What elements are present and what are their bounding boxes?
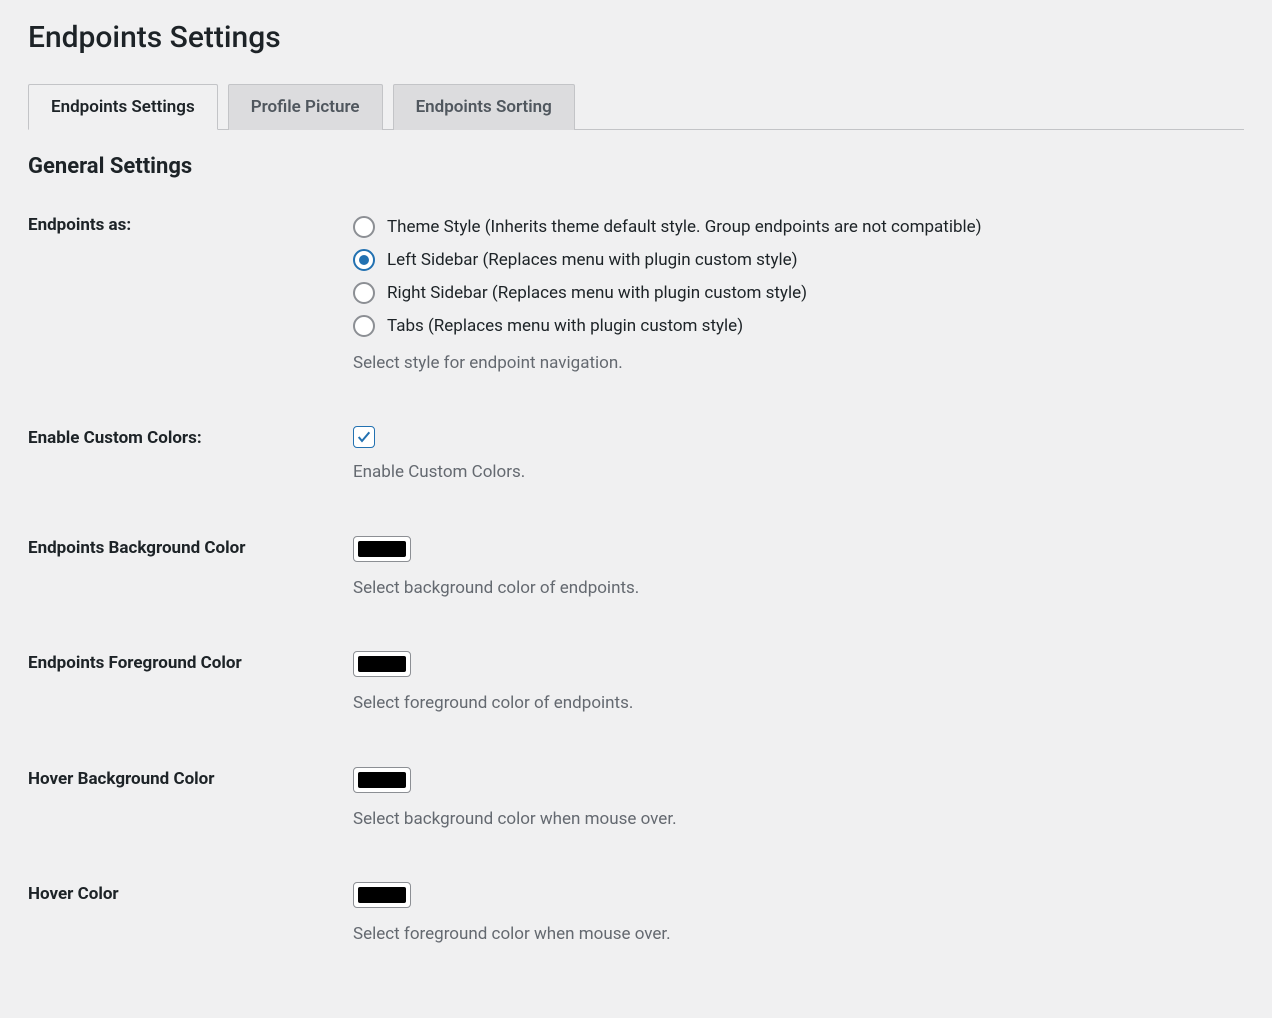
radio-item-left-sidebar: Left Sidebar (Replaces menu with plugin … bbox=[353, 246, 1244, 275]
color-picker-hover-bg[interactable] bbox=[353, 767, 411, 793]
checkbox-enable-custom-colors[interactable] bbox=[353, 426, 375, 448]
label-fg-color: Endpoints Foreground Color bbox=[28, 651, 353, 673]
help-fg-color: Select foreground color of endpoints. bbox=[353, 691, 1244, 717]
section-title: General Settings bbox=[28, 154, 1244, 179]
control-hover-bg-color: Select background color when mouse over. bbox=[353, 767, 1244, 833]
radio-label: Tabs (Replaces menu with plugin custom s… bbox=[387, 312, 743, 341]
help-hover-bg-color: Select background color when mouse over. bbox=[353, 807, 1244, 833]
label-endpoints-as: Endpoints as: bbox=[28, 213, 353, 235]
control-enable-custom-colors: Enable Custom Colors. bbox=[353, 426, 1244, 486]
color-picker-fg[interactable] bbox=[353, 651, 411, 677]
control-bg-color: Select background color of endpoints. bbox=[353, 536, 1244, 602]
control-fg-color: Select foreground color of endpoints. bbox=[353, 651, 1244, 717]
help-enable-custom-colors: Enable Custom Colors. bbox=[353, 460, 1244, 486]
field-endpoints-as: Endpoints as: Theme Style (Inherits them… bbox=[28, 213, 1244, 376]
page-title: Endpoints Settings bbox=[28, 20, 1244, 55]
radio-item-theme-style: Theme Style (Inherits theme default styl… bbox=[353, 213, 1244, 242]
radio-item-tabs: Tabs (Replaces menu with plugin custom s… bbox=[353, 312, 1244, 341]
color-swatch bbox=[358, 541, 406, 557]
tab-endpoints-settings[interactable]: Endpoints Settings bbox=[28, 84, 218, 130]
field-hover-bg-color: Hover Background Color Select background… bbox=[28, 767, 1244, 833]
control-endpoints-as: Theme Style (Inherits theme default styl… bbox=[353, 213, 1244, 376]
radio-tabs[interactable] bbox=[353, 315, 375, 337]
label-hover-color: Hover Color bbox=[28, 882, 353, 904]
field-bg-color: Endpoints Background Color Select backgr… bbox=[28, 536, 1244, 602]
field-fg-color: Endpoints Foreground Color Select foregr… bbox=[28, 651, 1244, 717]
radio-left-sidebar[interactable] bbox=[353, 249, 375, 271]
check-icon bbox=[356, 429, 372, 445]
color-swatch bbox=[358, 772, 406, 788]
color-picker-bg[interactable] bbox=[353, 536, 411, 562]
color-swatch bbox=[358, 656, 406, 672]
tabs-nav: Endpoints Settings Profile Picture Endpo… bbox=[28, 83, 1244, 130]
radio-item-right-sidebar: Right Sidebar (Replaces menu with plugin… bbox=[353, 279, 1244, 308]
color-swatch bbox=[358, 887, 406, 903]
radio-theme-style[interactable] bbox=[353, 216, 375, 238]
label-bg-color: Endpoints Background Color bbox=[28, 536, 353, 558]
radio-label: Theme Style (Inherits theme default styl… bbox=[387, 213, 982, 242]
help-hover-color: Select foreground color when mouse over. bbox=[353, 922, 1244, 948]
tab-profile-picture[interactable]: Profile Picture bbox=[228, 84, 383, 130]
help-endpoints-as: Select style for endpoint navigation. bbox=[353, 351, 1244, 377]
field-enable-custom-colors: Enable Custom Colors: Enable Custom Colo… bbox=[28, 426, 1244, 486]
control-hover-color: Select foreground color when mouse over. bbox=[353, 882, 1244, 948]
color-picker-hover[interactable] bbox=[353, 882, 411, 908]
radio-right-sidebar[interactable] bbox=[353, 282, 375, 304]
help-bg-color: Select background color of endpoints. bbox=[353, 576, 1244, 602]
field-hover-color: Hover Color Select foreground color when… bbox=[28, 882, 1244, 948]
label-hover-bg-color: Hover Background Color bbox=[28, 767, 353, 789]
tab-endpoints-sorting[interactable]: Endpoints Sorting bbox=[393, 84, 575, 130]
label-enable-custom-colors: Enable Custom Colors: bbox=[28, 426, 353, 448]
radio-label: Right Sidebar (Replaces menu with plugin… bbox=[387, 279, 807, 308]
radio-label: Left Sidebar (Replaces menu with plugin … bbox=[387, 246, 798, 275]
